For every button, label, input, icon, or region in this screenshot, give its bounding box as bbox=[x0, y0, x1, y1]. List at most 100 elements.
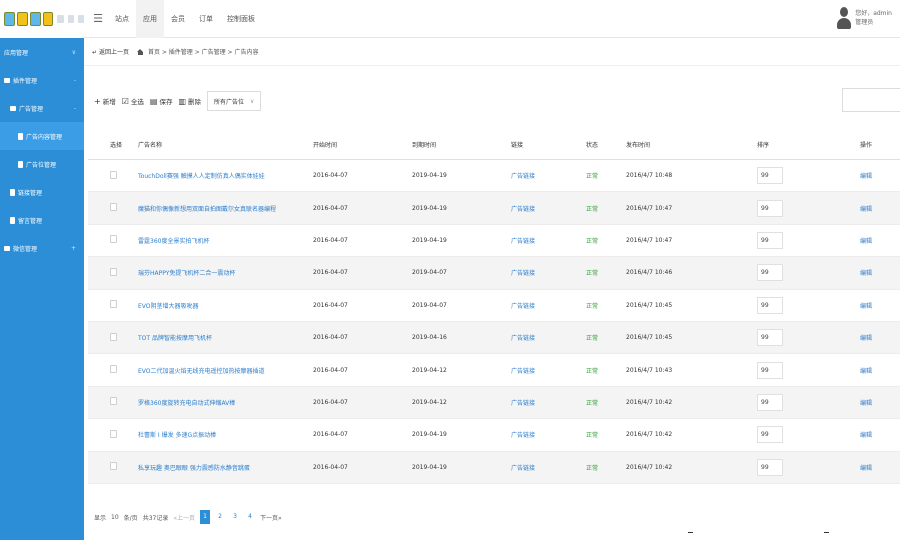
publish-time: 2016/4/7 10:45 bbox=[626, 301, 673, 309]
save-button[interactable]: ▤ 保存 bbox=[150, 96, 173, 107]
ad-name-link[interactable]: 魔猫和你偶像新想用双面自拍图戴尔女真联名器编程 bbox=[138, 204, 313, 213]
top-nav-control-panel[interactable]: 控制面板 bbox=[220, 0, 262, 38]
ad-link[interactable]: 广告链接 bbox=[511, 268, 586, 277]
checkbox[interactable] bbox=[110, 365, 117, 374]
sidebar-item-messages[interactable]: 留言管理 bbox=[0, 206, 84, 234]
edit-link[interactable]: 编辑 bbox=[860, 301, 900, 310]
menu-toggle-icon[interactable]: ☰ bbox=[88, 0, 108, 38]
ad-link[interactable]: 广告链接 bbox=[511, 236, 586, 245]
folder-icon bbox=[4, 77, 10, 83]
checkbox[interactable] bbox=[110, 397, 117, 406]
ad-name-link[interactable]: EVO阴茎增大器吸吮器 bbox=[138, 301, 313, 310]
per-page-select[interactable]: 10 bbox=[111, 514, 119, 521]
add-button[interactable]: + 新增 bbox=[94, 96, 116, 107]
sort-order-input[interactable]: 99 bbox=[757, 231, 783, 249]
start-date: 2016-04-07 bbox=[313, 431, 348, 439]
row-checkbox[interactable] bbox=[88, 300, 138, 310]
top-nav-site[interactable]: 站点 bbox=[108, 0, 136, 38]
page-2-button[interactable]: 2 bbox=[215, 510, 225, 524]
sort-order-input[interactable]: 99 bbox=[757, 329, 783, 347]
status-badge: 正常 bbox=[586, 205, 599, 213]
ad-name-link[interactable]: EVO二代加温火焰无线充电遥控加热按摩器插道 bbox=[138, 366, 313, 375]
ad-link[interactable]: 广告链接 bbox=[511, 430, 586, 439]
sidebar-item-links[interactable]: 链接管理 bbox=[0, 178, 84, 206]
row-checkbox[interactable] bbox=[88, 235, 138, 245]
sort-order-input[interactable]: 99 bbox=[757, 361, 783, 379]
page-3-button[interactable]: 3 bbox=[230, 510, 240, 524]
prev-page-button[interactable]: «上一页 bbox=[173, 513, 195, 522]
edit-link[interactable]: 编辑 bbox=[860, 204, 900, 213]
sidebar-item-plugin-management[interactable]: 插件管理 - bbox=[0, 66, 84, 94]
breadcrumb-trail[interactable]: 首页 > 插件管理 > 广告管理 > 广告内容 bbox=[148, 47, 259, 56]
checkbox[interactable] bbox=[110, 170, 117, 179]
sidebar-item-ad-management[interactable]: 广告管理 - bbox=[0, 94, 84, 122]
edit-link[interactable]: 编辑 bbox=[860, 398, 900, 407]
ad-link[interactable]: 广告链接 bbox=[511, 463, 586, 472]
row-checkbox[interactable] bbox=[88, 462, 138, 472]
trash-icon: ▥ bbox=[178, 96, 186, 106]
search-input[interactable] bbox=[842, 88, 900, 112]
row-checkbox[interactable] bbox=[88, 397, 138, 407]
row-checkbox[interactable] bbox=[88, 203, 138, 213]
edit-link[interactable]: 编辑 bbox=[860, 333, 900, 342]
edit-link[interactable]: 编辑 bbox=[860, 171, 900, 180]
ad-name-link[interactable]: 私享玩趣 奥巴眼眼 强力震感防水静音跳蛋 bbox=[138, 463, 313, 472]
row-checkbox[interactable] bbox=[88, 365, 138, 375]
ad-name-link[interactable]: 雷霆360度全景实拍飞机杯 bbox=[138, 236, 313, 245]
start-date: 2016-04-07 bbox=[313, 301, 348, 309]
sidebar-item-ad-position[interactable]: 广告位管理 bbox=[0, 150, 84, 178]
page-1-button[interactable]: 1 bbox=[200, 510, 210, 524]
sidebar-item-wechat[interactable]: 微信管理 + bbox=[0, 234, 84, 262]
edit-link[interactable]: 编辑 bbox=[860, 268, 900, 277]
edit-link[interactable]: 编辑 bbox=[860, 463, 900, 472]
sidebar-item-ad-content[interactable]: 广告内容管理 bbox=[0, 122, 84, 150]
row-checkbox[interactable] bbox=[88, 267, 138, 278]
ad-name-link[interactable]: 杜蕾斯 I 爆发 多速G点振动棒 bbox=[138, 430, 313, 439]
checkbox[interactable] bbox=[110, 267, 117, 276]
ad-link[interactable]: 广告链接 bbox=[511, 301, 586, 310]
checkbox[interactable] bbox=[110, 332, 117, 341]
ad-link[interactable]: 广告链接 bbox=[511, 171, 586, 180]
sort-order-input[interactable]: 99 bbox=[757, 426, 783, 444]
ad-link[interactable]: 广告链接 bbox=[511, 398, 586, 407]
sidebar-item-label: 广告位管理 bbox=[26, 161, 57, 169]
page-4-button[interactable]: 4 bbox=[245, 510, 255, 524]
back-link[interactable]: ↵ 返回上一页 bbox=[92, 47, 129, 56]
ad-position-select[interactable]: 所有广告位 ∨ bbox=[207, 91, 262, 111]
next-page-button[interactable]: 下一页» bbox=[260, 513, 282, 522]
ad-link[interactable]: 广告链接 bbox=[511, 366, 586, 375]
edit-link[interactable]: 编辑 bbox=[860, 430, 900, 439]
sort-order-input[interactable]: 99 bbox=[757, 296, 783, 314]
checkbox[interactable] bbox=[110, 462, 117, 471]
sort-order-input[interactable]: 99 bbox=[757, 264, 783, 282]
ad-name-link[interactable]: 罗格360度旋转充电自动式伸缩AV棒 bbox=[138, 398, 313, 407]
ad-name-link[interactable]: TOT 品牌智能按摩用飞机杯 bbox=[138, 333, 313, 342]
user-menu[interactable]: 您好，admin 管理员 bbox=[837, 5, 892, 31]
ad-link[interactable]: 广告链接 bbox=[511, 204, 586, 213]
row-checkbox[interactable] bbox=[88, 429, 138, 440]
row-checkbox[interactable] bbox=[88, 332, 138, 343]
sort-order-input[interactable]: 99 bbox=[757, 199, 783, 217]
status-badge: 正常 bbox=[586, 302, 599, 310]
ad-link[interactable]: 广告链接 bbox=[511, 333, 586, 342]
start-date: 2016-04-07 bbox=[313, 366, 348, 374]
edit-link[interactable]: 编辑 bbox=[860, 236, 900, 245]
edit-link[interactable]: 编辑 bbox=[860, 366, 900, 375]
ad-name-link[interactable]: 瑞芬HAPPY免提飞机杯二合一震动杯 bbox=[138, 268, 313, 277]
checkbox[interactable] bbox=[110, 235, 117, 244]
checkbox[interactable] bbox=[110, 300, 117, 309]
delete-button[interactable]: ▥ 删除 bbox=[178, 96, 201, 107]
sidebar-item-app-management[interactable]: 应用管理 ∨ bbox=[0, 38, 84, 66]
select-all-button[interactable]: ☑ 全选 bbox=[122, 96, 144, 107]
logo[interactable] bbox=[0, 0, 85, 38]
checkbox[interactable] bbox=[110, 203, 117, 212]
top-nav-apps[interactable]: 应用 bbox=[136, 0, 164, 38]
sort-order-input[interactable]: 99 bbox=[757, 167, 783, 185]
top-nav-orders[interactable]: 订单 bbox=[192, 0, 220, 38]
checkbox[interactable] bbox=[110, 429, 117, 438]
top-nav-members[interactable]: 会员 bbox=[164, 0, 192, 38]
row-checkbox[interactable] bbox=[88, 170, 138, 181]
sort-order-input[interactable]: 99 bbox=[757, 393, 783, 411]
ad-name-link[interactable]: TouchDoll赛强 触摸人人定制仿真人偶实体娃娃 bbox=[138, 171, 313, 180]
sort-order-input[interactable]: 99 bbox=[757, 458, 783, 476]
